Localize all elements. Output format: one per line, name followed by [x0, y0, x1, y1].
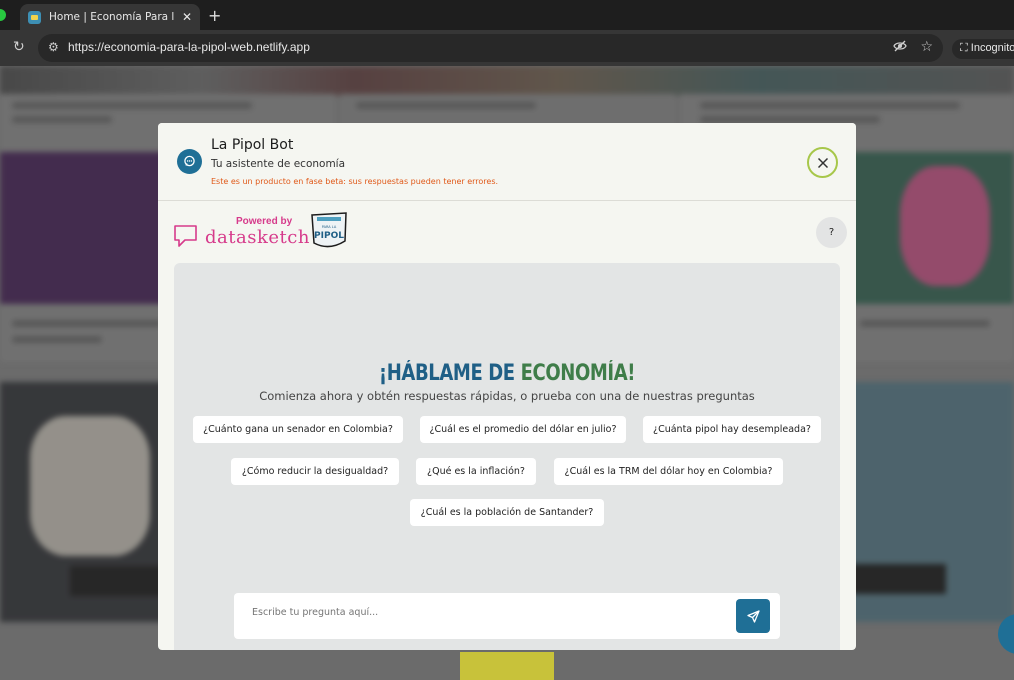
- close-icon: [817, 157, 828, 168]
- pipol-logo-text: PIPOL: [314, 231, 344, 241]
- chat-area: ¡HÁBLAME DE ECONOMÍA! Comienza ahora y o…: [174, 263, 840, 650]
- suggestion-chip[interactable]: ¿Cuánto gana un senador en Colombia?: [193, 416, 403, 443]
- incognito-icon: ⛶: [960, 42, 968, 54]
- url-text[interactable]: https://economia-para-la-pipol-web.netli…: [68, 40, 310, 54]
- suggestion-chip[interactable]: ¿Qué es la inflación?: [416, 458, 536, 485]
- tab-close-icon[interactable]: ✕: [182, 10, 192, 24]
- suggestion-chip[interactable]: ¿Cómo reducir la desigualdad?: [231, 458, 399, 485]
- headline-part-1: ¡HÁBLAME DE: [378, 361, 521, 386]
- help-button[interactable]: ?: [816, 217, 847, 248]
- powered-by-label: Powered by: [236, 216, 293, 227]
- browser-tab-bar: Home | Economía Para la Pipol ✕ +: [0, 0, 1014, 30]
- suggestion-chip[interactable]: ¿Cuál es el promedio del dólar en julio?: [420, 416, 626, 443]
- beta-warning: Este es un producto en fase beta: sus re…: [211, 177, 499, 186]
- incognito-label: Incognito: [970, 42, 1014, 54]
- bot-subtitle: Tu asistente de economía: [211, 158, 346, 170]
- chat-input-bar: [234, 593, 780, 639]
- browser-tab[interactable]: Home | Economía Para la Pipol ✕: [20, 4, 200, 30]
- welcome-subheadline: Comienza ahora y obtén respuestas rápida…: [259, 389, 755, 403]
- tab-title: Home | Economía Para la Pipol: [49, 11, 174, 23]
- welcome-headline: ¡HÁBLAME DE ECONOMÍA!: [234, 361, 780, 386]
- send-icon: [746, 609, 760, 623]
- modal-header: La Pipol Bot Tu asistente de economía Es…: [158, 123, 856, 201]
- site-info-icon[interactable]: ⚙: [48, 40, 59, 54]
- address-bar[interactable]: ⚙ https://economia-para-la-pipol-web.net…: [38, 34, 943, 62]
- bot-title: La Pipol Bot: [211, 137, 294, 153]
- suggestion-chip[interactable]: ¿Cuánta pipol hay desempleada?: [643, 416, 821, 443]
- suggestion-chip[interactable]: ¿Cuál es la TRM del dólar hoy en Colombi…: [554, 458, 783, 485]
- incognito-badge[interactable]: ⛶ Incognito: [952, 39, 1014, 59]
- pipol-logo: PARA LA PIPOL: [308, 211, 350, 251]
- chat-input[interactable]: [252, 607, 722, 618]
- send-button[interactable]: [736, 599, 770, 633]
- close-button[interactable]: [807, 147, 838, 178]
- suggestion-chip[interactable]: ¿Cuál es la población de Santander?: [410, 499, 604, 526]
- window-control-icon[interactable]: [0, 9, 6, 21]
- site-favicon-icon: [28, 10, 41, 24]
- headline-part-2: ECONOMÍA!: [520, 361, 636, 386]
- reload-icon[interactable]: ↻: [13, 39, 25, 55]
- chatbot-modal: La Pipol Bot Tu asistente de economía Es…: [158, 123, 856, 650]
- tracking-protection-icon[interactable]: [893, 40, 907, 56]
- new-tab-button[interactable]: +: [208, 6, 221, 25]
- svg-text:PARA LA: PARA LA: [322, 225, 337, 229]
- bookmark-star-icon[interactable]: ☆: [920, 39, 933, 55]
- background-button: [460, 652, 554, 680]
- datasketch-logo-icon: [174, 225, 197, 247]
- browser-toolbar: ↻ ⚙ https://economia-para-la-pipol-web.n…: [0, 30, 1014, 66]
- chat-bubble-icon: [177, 149, 202, 174]
- datasketch-brand: datasketch: [205, 227, 310, 248]
